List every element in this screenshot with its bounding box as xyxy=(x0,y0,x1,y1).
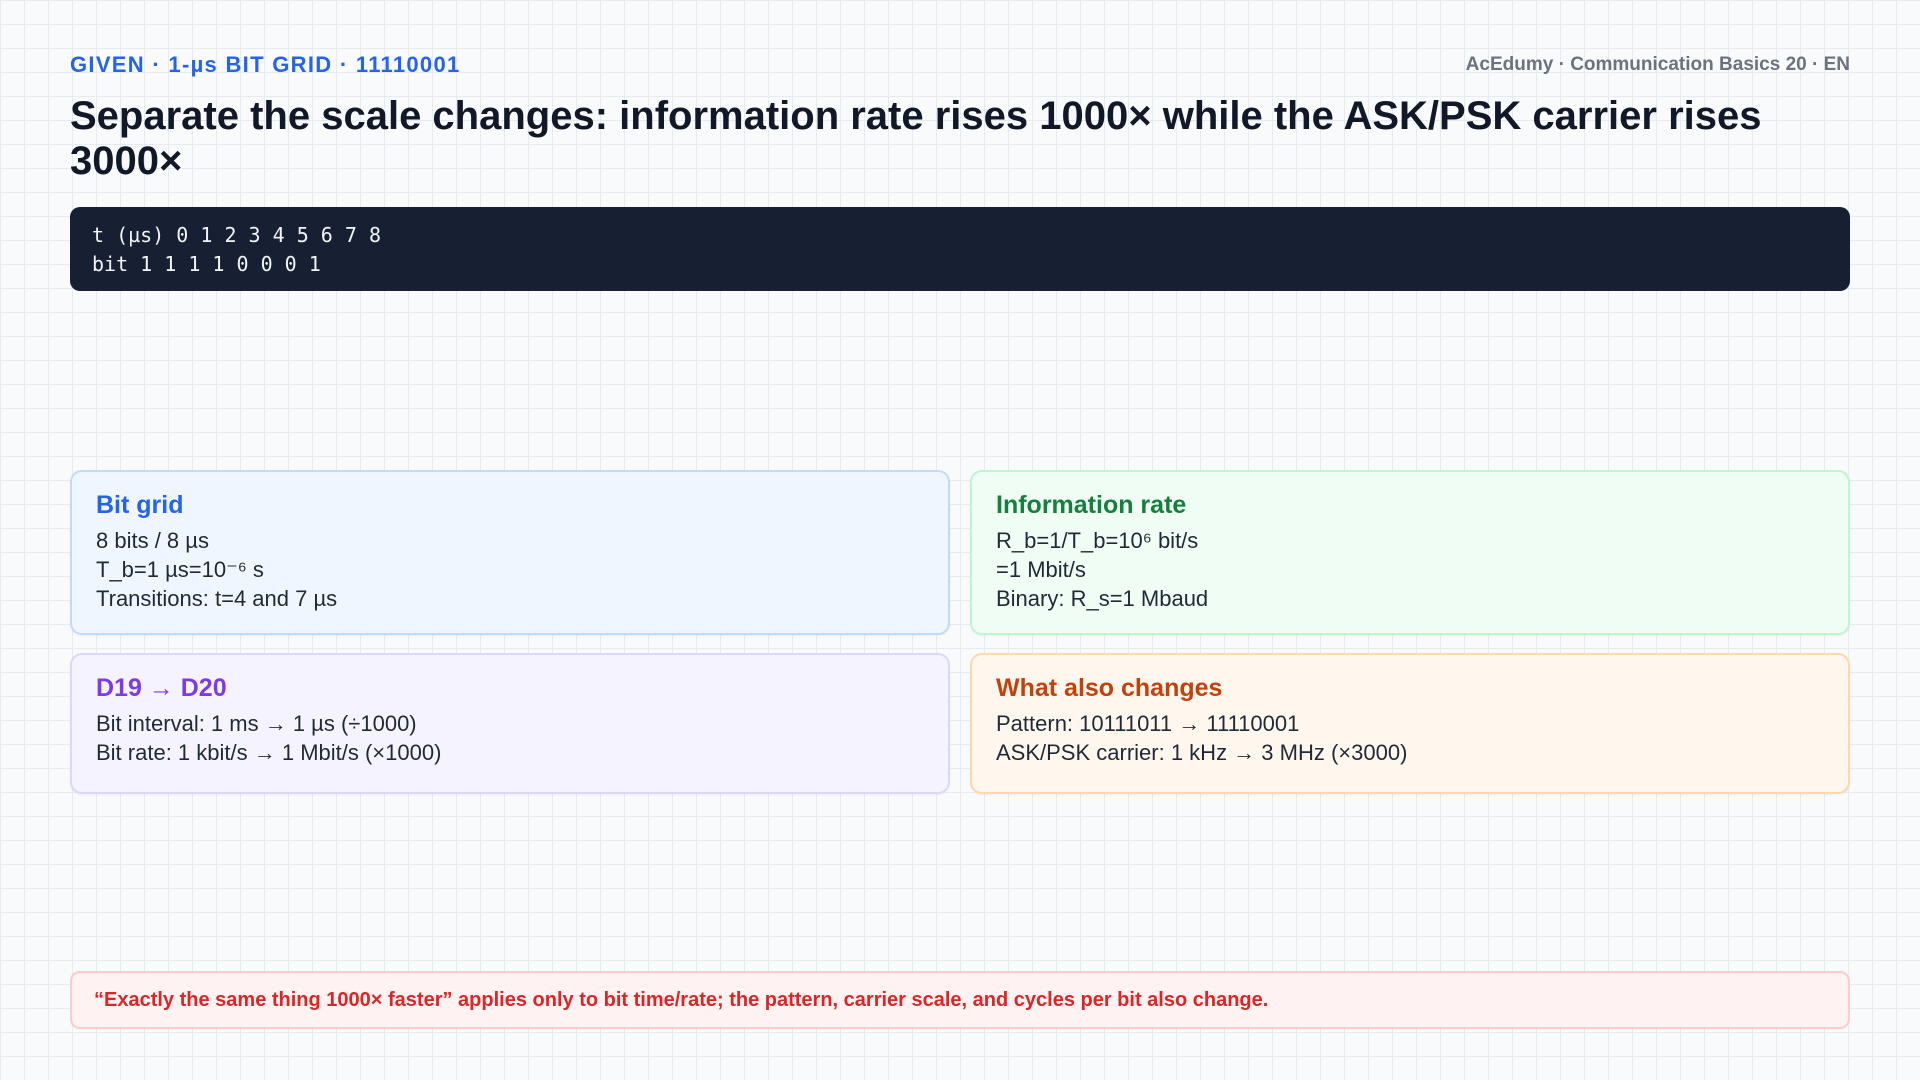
given-kicker: GIVEN · 1-µs BIT GRID · 11110001 xyxy=(70,52,461,77)
card-title: What also changes xyxy=(996,674,1223,702)
warning-callout: “Exactly the same thing 1000× faster” ap… xyxy=(70,971,1850,1029)
card-line: =1 Mbit/s xyxy=(996,557,1086,582)
information-rate-card: Information rate R_b=1/T_b=10⁶ bit/s =1 … xyxy=(970,470,1850,635)
time-row: t (µs) 0 1 2 3 4 5 6 7 8 xyxy=(92,223,381,247)
d19-d20-card: D19 → D20 Bit interval: 1 ms → 1 µs (÷10… xyxy=(70,653,950,794)
top-bar: GIVEN · 1-µs BIT GRID · 11110001 AcEdumy… xyxy=(70,52,1850,82)
card-line: Bit interval: 1 ms → 1 µs (÷1000) xyxy=(96,711,417,736)
slide-title: Separate the scale changes: information … xyxy=(70,94,1762,183)
card-line: Binary: R_s=1 Mbaud xyxy=(996,586,1209,611)
card-line: Pattern: 10111011 → 11110001 xyxy=(996,711,1300,736)
what-also-changes-card: What also changes Pattern: 10111011 → 11… xyxy=(970,653,1850,794)
card-line: ASK/PSK carrier: 1 kHz → 3 MHz (×3000) xyxy=(996,740,1408,765)
bit-table-code-block: t (µs) 0 1 2 3 4 5 6 7 8 bit 1 1 1 1 0 0… xyxy=(70,207,1850,291)
card-line: T_b=1 µs=10⁻⁶ s xyxy=(96,557,264,582)
bit-row: bit 1 1 1 1 0 0 0 1 xyxy=(92,252,321,276)
card-title: Information rate xyxy=(996,491,1187,519)
card-line: Bit rate: 1 kbit/s → 1 Mbit/s (×1000) xyxy=(96,740,442,765)
card-line: 8 bits / 8 µs xyxy=(96,528,209,553)
card-line: R_b=1/T_b=10⁶ bit/s xyxy=(996,528,1199,553)
card-title: D19 → D20 xyxy=(96,674,227,702)
course-brand: AcEdumy · Communication Basics 20 · EN xyxy=(1465,54,1850,75)
slide: GIVEN · 1-µs BIT GRID · 11110001 AcEdumy… xyxy=(70,0,1850,1080)
card-title: Bit grid xyxy=(96,491,184,519)
bit-grid-card: Bit grid 8 bits / 8 µs T_b=1 µs=10⁻⁶ s T… xyxy=(70,470,950,635)
card-line: Transitions: t=4 and 7 µs xyxy=(96,586,338,611)
